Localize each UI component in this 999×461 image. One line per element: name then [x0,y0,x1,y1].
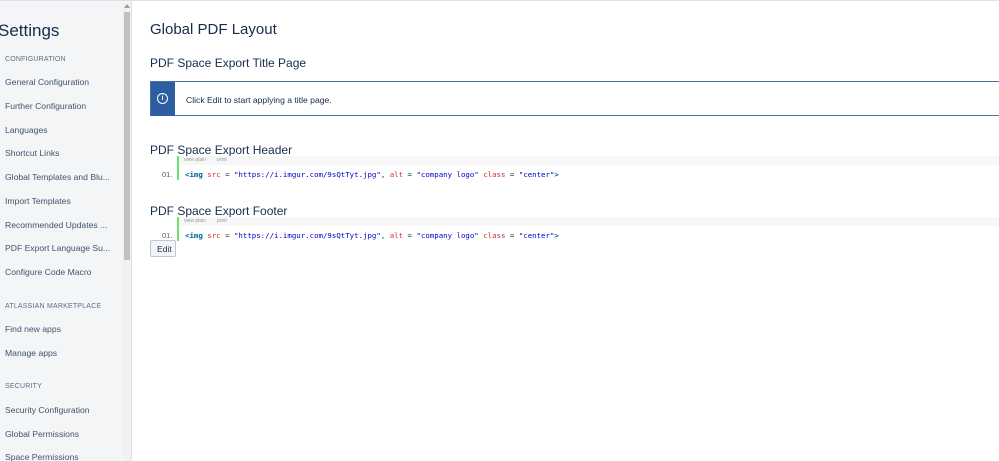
code-equals: = [403,170,417,179]
code-tag: <img [185,170,203,179]
section-heading-security: SECURITY [5,383,42,390]
code-comma: , [380,170,390,179]
sidebar-item-space-permissions[interactable]: Space Permissions [5,452,113,461]
code-value-alt: "company logo" [416,231,479,240]
code-equals: = [505,170,519,179]
sidebar-item-further-configuration[interactable]: Further Configuration [5,101,113,111]
code-toolbar: view plain print [178,217,999,226]
code-tag-end: > [554,231,559,240]
footer-code-block: view plain print 01. <img src = "https:/… [150,217,999,245]
scrollbar-thumb[interactable] [124,12,130,260]
code-line: <img src = "https://i.imgur.com/9sQtTyt.… [185,170,559,179]
sidebar-item-manage-apps[interactable]: Manage apps [5,348,113,358]
sidebar-scrollbar[interactable] [123,2,131,461]
code-value-class: "center" [518,170,555,179]
code-gutter-bar [177,217,179,241]
top-border [0,0,999,1]
code-attr-alt: alt [389,170,404,179]
sidebar-item-pdf-export-language[interactable]: PDF Export Language Su... [5,243,113,253]
code-value-src: "https://i.imgur.com/9sQtTyt.jpg" [233,231,381,240]
info-icon-panel: i [151,82,175,116]
title-page-heading: PDF Space Export Title Page [150,56,307,70]
code-equals: = [505,231,519,240]
line-number: 01. [162,231,173,240]
sidebar-item-configure-code-macro[interactable]: Configure Code Macro [5,267,113,277]
page-title: Global PDF Layout [150,21,277,38]
code-equals: = [220,231,234,240]
code-toolbar: view plain print [178,156,999,165]
sidebar-item-security-configuration[interactable]: Security Configuration [5,405,113,415]
sidebar-title: Settings [0,21,60,40]
code-attr-class: class [483,170,506,179]
code-gutter-bar [177,156,179,180]
code-value-alt: "company logo" [416,170,479,179]
edit-button[interactable]: Edit [150,240,176,257]
sidebar-item-general-configuration[interactable]: General Configuration [5,77,113,87]
view-plain-link[interactable]: view plain [184,218,206,224]
print-link[interactable]: print [217,218,227,224]
code-line: <img src = "https://i.imgur.com/9sQtTyt.… [185,231,559,240]
code-comma: , [380,231,390,240]
line-number: 01. [162,170,173,179]
code-value-src: "https://i.imgur.com/9sQtTyt.jpg" [233,170,381,179]
section-heading-configuration: CONFIGURATION [5,56,66,63]
scroll-up-arrow-icon[interactable] [124,4,130,8]
code-tag: <img [185,231,203,240]
sidebar-item-recommended-updates[interactable]: Recommended Updates ... [5,220,113,230]
header-code-block: view plain print 01. <img src = "https:/… [150,156,999,184]
info-message-text: Click Edit to start applying a title pag… [186,95,332,105]
code-value-class: "center" [518,231,555,240]
header-heading: PDF Space Export Header [150,143,293,157]
code-tag-end: > [554,170,559,179]
view-plain-link[interactable]: view plain [184,157,206,163]
code-attr-class: class [483,231,506,240]
info-message: i Click Edit to start applying a title p… [150,81,999,116]
code-attr-src: src [207,231,221,240]
footer-heading: PDF Space Export Footer [150,204,288,218]
print-link[interactable]: print [217,157,227,163]
info-icon: i [157,93,168,104]
section-heading-atlassian-marketplace: ATLASSIAN MARKETPLACE [5,303,102,310]
code-equals: = [403,231,417,240]
code-attr-src: src [207,170,221,179]
sidebar-item-languages[interactable]: Languages [5,125,113,135]
code-attr-alt: alt [389,231,404,240]
code-equals: = [220,170,234,179]
sidebar-item-shortcut-links[interactable]: Shortcut Links [5,148,113,158]
sidebar-item-find-new-apps[interactable]: Find new apps [5,324,113,334]
settings-sidebar: Settings CONFIGURATION General Configura… [0,1,132,461]
sidebar-item-global-permissions[interactable]: Global Permissions [5,429,113,439]
sidebar-item-import-templates[interactable]: Import Templates [5,196,113,206]
sidebar-item-global-templates[interactable]: Global Templates and Blu... [5,172,113,182]
